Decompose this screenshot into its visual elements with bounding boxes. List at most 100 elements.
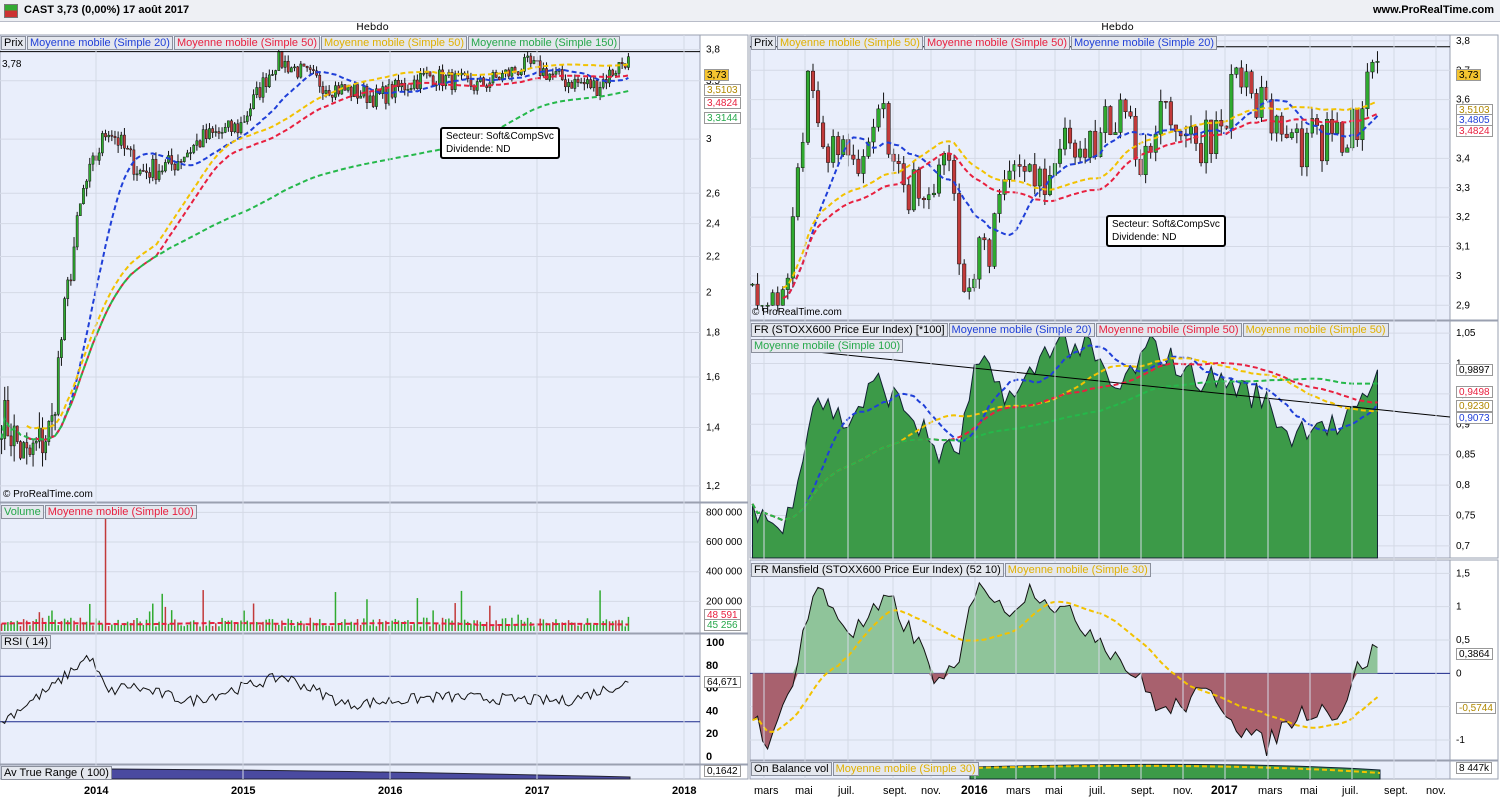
right-x-tick-label: mai bbox=[1045, 785, 1063, 797]
left-price-candle bbox=[19, 441, 22, 459]
right-price-tick-label: 3,2 bbox=[1456, 212, 1470, 223]
left-price-candle bbox=[195, 140, 199, 146]
tag-r-last: 3,73 bbox=[1456, 69, 1482, 81]
legend-rsi[interactable]: RSI ( 14) bbox=[1, 635, 52, 649]
left-price-candle bbox=[201, 129, 205, 148]
left-price-candle bbox=[82, 188, 85, 205]
right-price-candle bbox=[1042, 168, 1047, 195]
right-price-candle bbox=[931, 192, 936, 196]
left-price-candle bbox=[573, 78, 577, 89]
right-price-candle bbox=[871, 126, 876, 143]
left-price-candle bbox=[252, 94, 255, 110]
legend-rs-ma20[interactable]: Moyenne mobile (Simple 20) bbox=[948, 323, 1095, 337]
tag-mansfield: 0,3864 bbox=[1456, 648, 1493, 660]
right-price-tick-label: 3,3 bbox=[1456, 183, 1470, 194]
left-price-candle bbox=[97, 152, 101, 161]
right-price-candle bbox=[881, 103, 886, 110]
left-price-candle bbox=[157, 170, 161, 180]
right-price-candle bbox=[1279, 115, 1284, 135]
chart-canvas[interactable]: 1,21,41,61,822,22,42,633,53,8200 000400 … bbox=[0, 0, 1500, 800]
left-price-candle bbox=[63, 298, 66, 340]
left-price-candle bbox=[529, 55, 533, 64]
left-price-candle bbox=[592, 80, 596, 89]
legend-ma20[interactable]: Moyenne mobile (Simple 20) bbox=[26, 36, 173, 50]
legend-ma150[interactable]: Moyenne mobile (Simple 150) bbox=[468, 36, 621, 50]
legend-mansfield[interactable]: FR Mansfield (STOXX600 Price Eur Index) … bbox=[751, 563, 1004, 577]
right-price-candle bbox=[755, 283, 760, 306]
left-price-tick-label: 1,8 bbox=[706, 327, 720, 338]
left-price-candle bbox=[368, 95, 372, 103]
legend-rs-ma50[interactable]: Moyenne mobile (Simple 50) bbox=[1095, 323, 1242, 337]
right-price-candle bbox=[1068, 127, 1073, 144]
left-price-candle bbox=[34, 440, 38, 444]
left-price-candle bbox=[560, 69, 564, 80]
legend-volume[interactable]: Volume bbox=[1, 505, 44, 519]
left-price-candle bbox=[362, 86, 366, 97]
volume-tick-label: 400 000 bbox=[706, 567, 743, 578]
right-price-candle bbox=[1284, 133, 1289, 138]
left-price-candle bbox=[570, 82, 574, 89]
legend-rs-ma50b[interactable]: Moyenne mobile (Simple 50) bbox=[1242, 323, 1389, 337]
left-price-candle bbox=[299, 63, 303, 78]
rs-panel-axis bbox=[1449, 320, 1499, 559]
left-price-candle bbox=[343, 84, 347, 91]
legend-ma50b[interactable]: Moyenne mobile (Simple 50) bbox=[320, 36, 467, 50]
tag-atr: 0,1642 bbox=[704, 765, 741, 777]
right-price-candle bbox=[1254, 93, 1259, 118]
right-price-candle bbox=[1375, 61, 1380, 63]
right-x-tick-label: sept. bbox=[1384, 785, 1408, 797]
legend-obv[interactable]: On Balance vol bbox=[751, 762, 832, 776]
legend-rs[interactable]: FR (STOXX600 Price Eur Index) [*100] bbox=[751, 323, 948, 337]
legend-ma50[interactable]: Moyenne mobile (Simple 50) bbox=[173, 36, 320, 50]
right-price-candle bbox=[816, 90, 821, 124]
right-x-tick-label: mai bbox=[795, 785, 813, 797]
left-price-candle bbox=[204, 129, 208, 139]
right-price-tick-label: 2,9 bbox=[1456, 300, 1470, 311]
rsi-tick-label: 80 bbox=[706, 660, 718, 672]
left-price-candle bbox=[579, 81, 583, 84]
legend-r-price[interactable]: Prix bbox=[751, 36, 776, 50]
rsi-legend: RSI ( 14) bbox=[1, 635, 52, 649]
legend-r-ma50b[interactable]: Moyenne mobile (Simple 50) bbox=[776, 36, 923, 50]
left-price-candle bbox=[412, 79, 416, 89]
sector-annotation-left[interactable]: Secteur: Soft&CompSvc Dividende: ND bbox=[440, 127, 560, 159]
legend-atr[interactable]: Av True Range ( 100) bbox=[1, 766, 112, 780]
sector-annotation-right[interactable]: Secteur: Soft&CompSvc Dividende: ND bbox=[1106, 215, 1226, 247]
right-price-candle bbox=[851, 154, 856, 160]
left-price-candle bbox=[582, 81, 586, 85]
tag-ma50b: 3,5103 bbox=[704, 84, 741, 96]
left-price-candle bbox=[516, 71, 520, 76]
legend-rs-ma100[interactable]: Moyenne mobile (Simple 100) bbox=[751, 339, 904, 353]
volume-tick-label: 600 000 bbox=[706, 537, 743, 548]
right-price-candle bbox=[992, 213, 997, 267]
right-price-candle bbox=[775, 292, 780, 306]
rsi-tick-label: 20 bbox=[706, 728, 718, 740]
left-price-candle bbox=[110, 134, 114, 137]
legend-mansfield-ma[interactable]: Moyenne mobile (Simple 30) bbox=[1004, 563, 1151, 577]
right-price-candle bbox=[982, 237, 987, 241]
tag-obv: 8 447k bbox=[1456, 762, 1493, 774]
legend-volume-ma[interactable]: Moyenne mobile (Simple 100) bbox=[44, 505, 197, 519]
left-price-candle bbox=[0, 438, 3, 440]
left-price-candle bbox=[290, 67, 293, 73]
price-legend-left: Prix Moyenne mobile (Simple 20) Moyenne … bbox=[1, 36, 621, 50]
right-price-candle bbox=[841, 139, 846, 156]
left-price-candle bbox=[186, 152, 189, 158]
legend-obv-ma[interactable]: Moyenne mobile (Simple 30) bbox=[832, 762, 979, 776]
legend-r-ma20[interactable]: Moyenne mobile (Simple 20) bbox=[1070, 36, 1217, 50]
left-price-candle bbox=[406, 89, 410, 91]
left-price-candle bbox=[116, 137, 120, 146]
left-price-candle bbox=[15, 425, 19, 442]
left-price-candle bbox=[192, 144, 196, 153]
legend-r-ma50[interactable]: Moyenne mobile (Simple 50) bbox=[923, 36, 1070, 50]
legend-price-label[interactable]: Prix bbox=[1, 36, 26, 50]
right-price-candle bbox=[1037, 168, 1042, 187]
right-price-candle bbox=[997, 194, 1002, 214]
right-price-candle bbox=[977, 237, 982, 280]
right-price-candle bbox=[810, 70, 816, 91]
left-price-tick-label: 3,8 bbox=[706, 45, 720, 56]
left-price-candle bbox=[576, 78, 580, 83]
tag-volume: 45 256 bbox=[704, 619, 741, 631]
left-price-candle bbox=[293, 66, 296, 69]
right-price-candle bbox=[1083, 148, 1088, 158]
